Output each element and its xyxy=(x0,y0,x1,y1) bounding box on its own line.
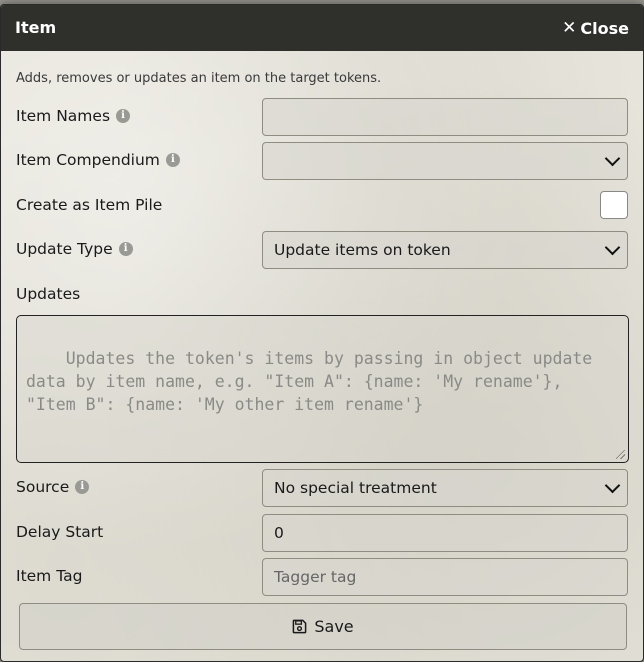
info-icon[interactable]: i xyxy=(75,480,90,494)
close-icon: ✕ xyxy=(562,18,577,38)
update-type-label: Update Type i xyxy=(16,240,133,258)
chevron-down-icon xyxy=(604,150,621,167)
delay-start-label-text: Delay Start xyxy=(16,523,104,541)
update-type-select[interactable]: Update items on token xyxy=(262,231,628,269)
resize-handle-icon[interactable] xyxy=(616,450,625,459)
item-tag-label-text: Item Tag xyxy=(16,567,83,585)
item-compendium-select[interactable] xyxy=(262,142,628,180)
item-names-input[interactable] xyxy=(262,98,628,136)
updates-label: Updates xyxy=(16,285,80,303)
dialog-title: Item xyxy=(15,18,57,37)
updates-placeholder: Updates the token's items by passing in … xyxy=(26,349,603,414)
updates-textarea[interactable]: Updates the token's items by passing in … xyxy=(16,315,629,463)
dialog-description: Adds, removes or updates an item on the … xyxy=(16,71,382,86)
item-dialog: Item ✕ Close Adds, removes or updates an… xyxy=(0,4,644,662)
item-names-label: Item Names i xyxy=(16,107,131,125)
source-select[interactable]: No special treatment xyxy=(262,469,628,507)
info-icon[interactable]: i xyxy=(118,242,133,256)
info-icon[interactable]: i xyxy=(116,109,131,123)
save-button[interactable]: Save xyxy=(19,603,627,650)
title-bar[interactable]: Item ✕ Close xyxy=(1,5,643,51)
item-pile-checkbox[interactable] xyxy=(600,191,628,219)
source-label-text: Source xyxy=(16,478,70,496)
chevron-down-icon xyxy=(604,239,621,256)
chevron-down-icon xyxy=(604,477,621,494)
update-type-label-text: Update Type xyxy=(16,240,113,258)
info-icon[interactable]: i xyxy=(165,153,180,167)
delay-start-input[interactable]: 0 xyxy=(262,514,628,552)
item-tag-label: Item Tag xyxy=(16,567,82,585)
delay-start-label: Delay Start xyxy=(16,523,103,541)
updates-label-text: Updates xyxy=(16,285,81,303)
source-value: No special treatment xyxy=(274,479,437,497)
close-label: Close xyxy=(580,18,629,38)
item-names-label-text: Item Names xyxy=(16,107,111,125)
item-pile-label: Create as Item Pile xyxy=(16,196,162,214)
save-label: Save xyxy=(314,617,354,636)
item-compendium-label: Item Compendium i xyxy=(16,151,180,169)
item-compendium-label-text: Item Compendium xyxy=(16,151,160,169)
item-tag-placeholder: Tagger tag xyxy=(274,568,357,586)
item-tag-input[interactable]: Tagger tag xyxy=(262,558,628,596)
item-pile-label-text: Create as Item Pile xyxy=(16,196,163,214)
update-type-value: Update items on token xyxy=(274,241,451,259)
source-label: Source i xyxy=(16,478,90,496)
floppy-disk-icon xyxy=(293,619,307,634)
close-button[interactable]: ✕ Close xyxy=(562,18,629,38)
